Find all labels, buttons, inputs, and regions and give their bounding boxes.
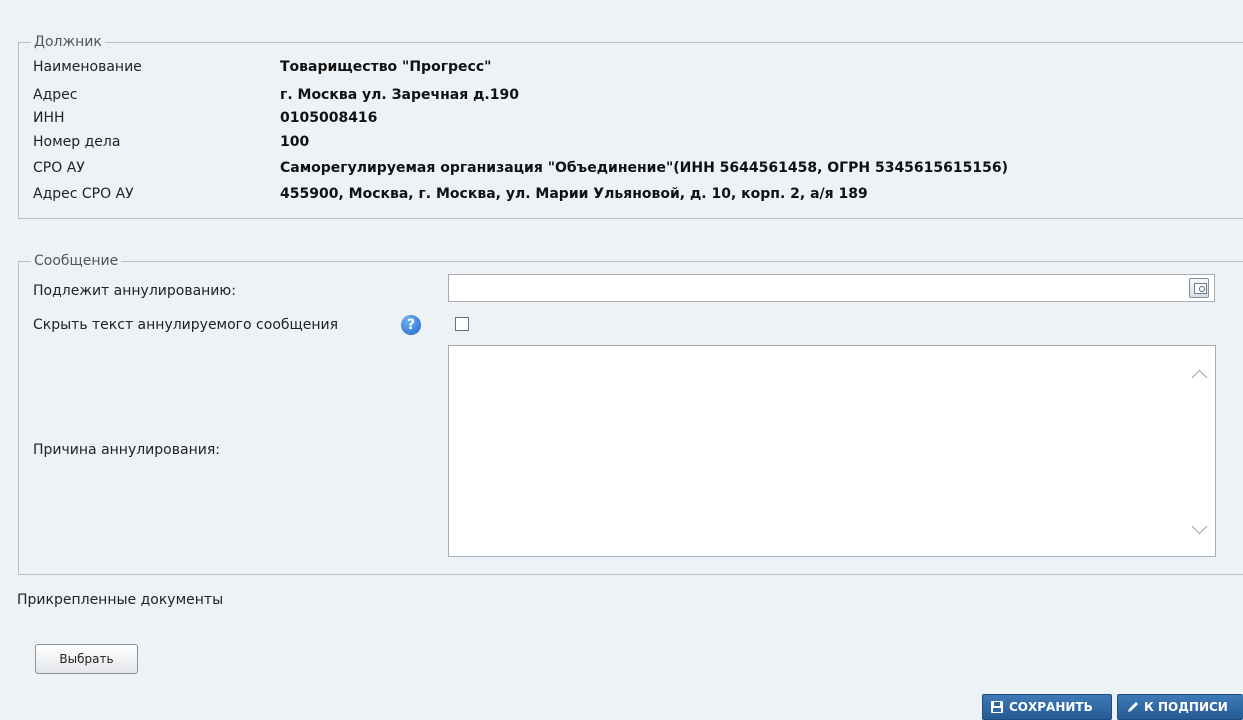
- debtor-value: Саморегулируемая организация "Объединени…: [280, 160, 1008, 176]
- to-sign-button[interactable]: К ПОДПИСИ: [1117, 694, 1243, 720]
- debtor-label: Номер дела: [33, 134, 121, 150]
- save-label: СОХРАНИТЬ: [1009, 700, 1093, 714]
- debtor-value: г. Москва ул. Заречная д.190: [280, 87, 519, 103]
- message-legend: Сообщение: [31, 252, 122, 270]
- debtor-label: Наименование: [33, 59, 142, 75]
- lookup-button[interactable]: [1189, 278, 1209, 298]
- reason-textarea[interactable]: [448, 345, 1216, 557]
- help-icon[interactable]: ?: [401, 315, 421, 335]
- message-fieldset: Сообщение ?: [18, 252, 1243, 575]
- debtor-label: Адрес СРО АУ: [33, 186, 134, 202]
- save-button[interactable]: СОХРАНИТЬ: [982, 694, 1112, 720]
- debtor-label: Адрес: [33, 87, 78, 103]
- floppy-icon: [991, 701, 1003, 713]
- scroll-down-icon[interactable]: [1191, 518, 1208, 535]
- choose-file-button[interactable]: Выбрать: [35, 644, 138, 674]
- reason-label: Причина аннулирования:: [33, 442, 220, 458]
- pencil-icon: [1128, 702, 1138, 712]
- debtor-value: 100: [280, 134, 310, 150]
- annul-label: Подлежит аннулированию:: [33, 283, 236, 299]
- sign-label: К ПОДПИСИ: [1144, 700, 1228, 714]
- debtor-value: Товарищество "Прогресс": [280, 59, 492, 75]
- attachments-title: Прикрепленные документы: [17, 592, 224, 608]
- debtor-value: 455900, Москва, г. Москва, ул. Марии Уль…: [280, 186, 868, 202]
- scroll-up-icon[interactable]: [1191, 369, 1208, 386]
- hide-text-checkbox[interactable]: [455, 317, 469, 331]
- debtor-legend: Должник: [31, 33, 105, 51]
- hide-text-label: Скрыть текст аннулируемого сообщения: [33, 317, 338, 333]
- annul-lookup-field[interactable]: [448, 274, 1215, 302]
- debtor-label: СРО АУ: [33, 160, 85, 176]
- debtor-label: ИНН: [33, 110, 65, 126]
- magnifier-icon: [1194, 283, 1207, 294]
- debtor-value: 0105008416: [280, 110, 378, 126]
